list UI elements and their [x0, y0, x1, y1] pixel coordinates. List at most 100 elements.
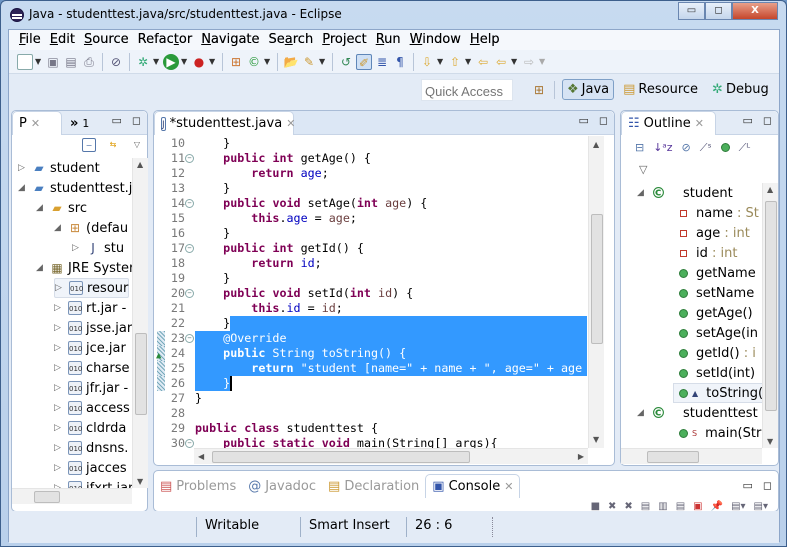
- tree-item[interactable]: ▷ 010 jacces: [54, 458, 127, 478]
- expanded-twisty-icon[interactable]: ◢: [637, 408, 647, 418]
- perspective-debug[interactable]: ✲ Debug: [707, 79, 774, 100]
- expanded-twisty-icon[interactable]: ◢: [18, 183, 28, 193]
- view-menu-icon[interactable]: ▽: [130, 138, 144, 152]
- collapsed-twisty-icon[interactable]: ▷: [72, 243, 82, 253]
- outline-item[interactable]: getName: [679, 263, 756, 283]
- back-icon[interactable]: ⇦: [493, 54, 509, 70]
- new-class-dropdown[interactable]: ▼: [264, 57, 272, 66]
- outline-item[interactable]: getId() : i: [679, 343, 756, 363]
- collapsed-twisty-icon[interactable]: ▷: [54, 383, 64, 393]
- tree-item[interactable]: ▷ 010 cldrda: [54, 418, 126, 438]
- next-annotation-dropdown[interactable]: ▼: [437, 57, 445, 66]
- show-whitespace-icon[interactable]: ¶: [392, 54, 408, 70]
- collapsed-twisty-icon[interactable]: ▷: [54, 423, 64, 433]
- outline-item[interactable]: Smain(Stri: [679, 423, 762, 443]
- menu-refactor[interactable]: Refactor Refactor: [134, 30, 198, 50]
- expanded-twisty-icon[interactable]: ◢: [36, 263, 46, 273]
- tree-item[interactable]: ◢ ⊞ (defau: [54, 218, 128, 238]
- editor-hscrollbar[interactable]: ◀ ▶: [194, 448, 588, 464]
- run-dropdown[interactable]: ▼: [181, 57, 189, 66]
- close-button[interactable]: X: [732, 2, 778, 20]
- editor-vscrollbar[interactable]: ▲ ▼: [588, 136, 604, 448]
- highlight-icon[interactable]: ✐: [356, 53, 372, 70]
- quick-access-input[interactable]: [421, 79, 513, 101]
- menu-source[interactable]: Source Source: [80, 30, 134, 50]
- overflow-tabs[interactable]: » 1: [64, 111, 95, 135]
- tree-item[interactable]: ▷ 010 dnsns.: [54, 438, 128, 458]
- tree-item[interactable]: ◢ ▰ studenttest.ja: [18, 178, 132, 198]
- collapsed-twisty-icon[interactable]: ▷: [54, 463, 64, 473]
- fold-collapse-icon[interactable]: −: [185, 244, 194, 253]
- new-icon[interactable]: [17, 53, 33, 70]
- run-icon[interactable]: ▶: [163, 53, 179, 70]
- minimize-view-icon[interactable]: ▭: [742, 114, 752, 127]
- minimize-view-icon[interactable]: ▭: [742, 479, 752, 492]
- maximize-view-icon[interactable]: ◻: [763, 479, 772, 492]
- outline-vscrollbar[interactable]: ▲ ▼: [762, 183, 778, 448]
- tab-declaration[interactable]: ▤ Declaration: [322, 474, 425, 498]
- outline-item[interactable]: name : St: [679, 203, 759, 223]
- menu-navigate[interactable]: Navigate Navigate: [197, 30, 264, 50]
- tree-item[interactable]: ▷ 010 resour: [54, 278, 130, 298]
- collapsed-twisty-icon[interactable]: ▷: [54, 303, 64, 313]
- maximize-view-icon[interactable]: ◻: [132, 114, 141, 127]
- fold-collapse-icon[interactable]: −: [185, 439, 194, 448]
- tree-item[interactable]: ▷ 010 jsse.jar: [54, 318, 132, 338]
- debug-dropdown[interactable]: ▼: [153, 57, 161, 66]
- outline-item[interactable]: setAge(in: [679, 323, 758, 343]
- new-class-icon[interactable]: ©: [246, 54, 262, 70]
- collapsed-twisty-icon[interactable]: ▷: [54, 403, 64, 413]
- last-edit-location-icon[interactable]: ⇦: [475, 54, 491, 70]
- outline-item[interactable]: ◢ © studenttest: [637, 403, 758, 423]
- tree-item[interactable]: ▷ 010 jfr.jar -: [54, 378, 128, 398]
- tab-studenttest-java[interactable]: J *studenttest.java ✕: [154, 111, 295, 135]
- menu-edit[interactable]: Edit Edit: [46, 30, 80, 50]
- tree-item[interactable]: ◢ ▰ src: [36, 198, 87, 218]
- outline-item[interactable]: setName: [679, 283, 754, 303]
- close-tab-icon[interactable]: ✕: [286, 117, 295, 130]
- collapsed-twisty-icon[interactable]: ▷: [55, 283, 65, 293]
- expanded-twisty-icon[interactable]: ◢: [54, 223, 64, 233]
- fold-collapse-icon[interactable]: −: [185, 289, 194, 298]
- collapsed-twisty-icon[interactable]: ▷: [54, 323, 64, 333]
- outline-item[interactable]: id : int: [679, 243, 737, 263]
- maximize-button[interactable]: ◻: [705, 2, 732, 20]
- tree-item[interactable]: ▷ 010 charse: [54, 358, 129, 378]
- open-perspective-icon[interactable]: ⊞: [531, 82, 547, 98]
- close-tab-icon[interactable]: ✕: [695, 117, 704, 130]
- menu-help[interactable]: Help Help: [466, 30, 505, 50]
- collapse-all-icon[interactable]: ⊟: [635, 141, 644, 155]
- external-tools-icon[interactable]: ●: [191, 54, 207, 70]
- package-explorer-vscrollbar[interactable]: ▲ ▼: [132, 158, 148, 488]
- tree-item[interactable]: ▷ Jstu: [72, 238, 124, 258]
- new-package-icon[interactable]: ⊞: [228, 54, 244, 70]
- minimize-view-icon[interactable]: ▭: [111, 114, 121, 127]
- menu-search[interactable]: Search Search: [265, 30, 319, 50]
- close-tab-icon[interactable]: ✕: [504, 480, 513, 493]
- fold-collapse-icon[interactable]: −: [185, 154, 194, 163]
- previous-annotation-icon[interactable]: ⇧: [447, 54, 463, 70]
- package-explorer-hscrollbar[interactable]: [12, 488, 132, 504]
- tree-item[interactable]: ▷ 010 access: [54, 398, 130, 418]
- outline-hscrollbar[interactable]: [621, 448, 762, 464]
- block-selection-icon[interactable]: ≣: [374, 54, 390, 70]
- tab-package-explorer[interactable]: P ✕: [12, 111, 62, 135]
- collapsed-twisty-icon[interactable]: ▷: [18, 163, 28, 173]
- tree-item[interactable]: ▷ ▰ student: [18, 158, 100, 178]
- outline-item[interactable]: setId(int): [679, 363, 755, 383]
- menu-run[interactable]: Run Run: [372, 30, 406, 50]
- tab-outline[interactable]: ☷ Outline ✕: [621, 111, 716, 135]
- skip-breakpoints-icon[interactable]: ⊘: [108, 54, 124, 70]
- perspective-resource[interactable]: ▤ Resource: [618, 79, 703, 100]
- fold-collapse-icon[interactable]: −: [185, 199, 194, 208]
- hide-static-icon[interactable]: ⟋ˢ: [700, 141, 712, 155]
- back-dropdown[interactable]: ▼: [511, 57, 519, 66]
- hide-fields-icon[interactable]: ⊘: [682, 141, 691, 155]
- toggle-mark-occurrences-icon[interactable]: ↺: [338, 54, 354, 70]
- save-icon[interactable]: ▣: [45, 54, 61, 70]
- forward-dropdown[interactable]: ▼: [539, 57, 547, 66]
- outline-item[interactable]: age : int: [679, 223, 750, 243]
- collapse-all-icon[interactable]: −: [82, 138, 96, 152]
- new-dropdown[interactable]: ▼: [35, 57, 43, 66]
- expanded-twisty-icon[interactable]: ◢: [637, 188, 647, 198]
